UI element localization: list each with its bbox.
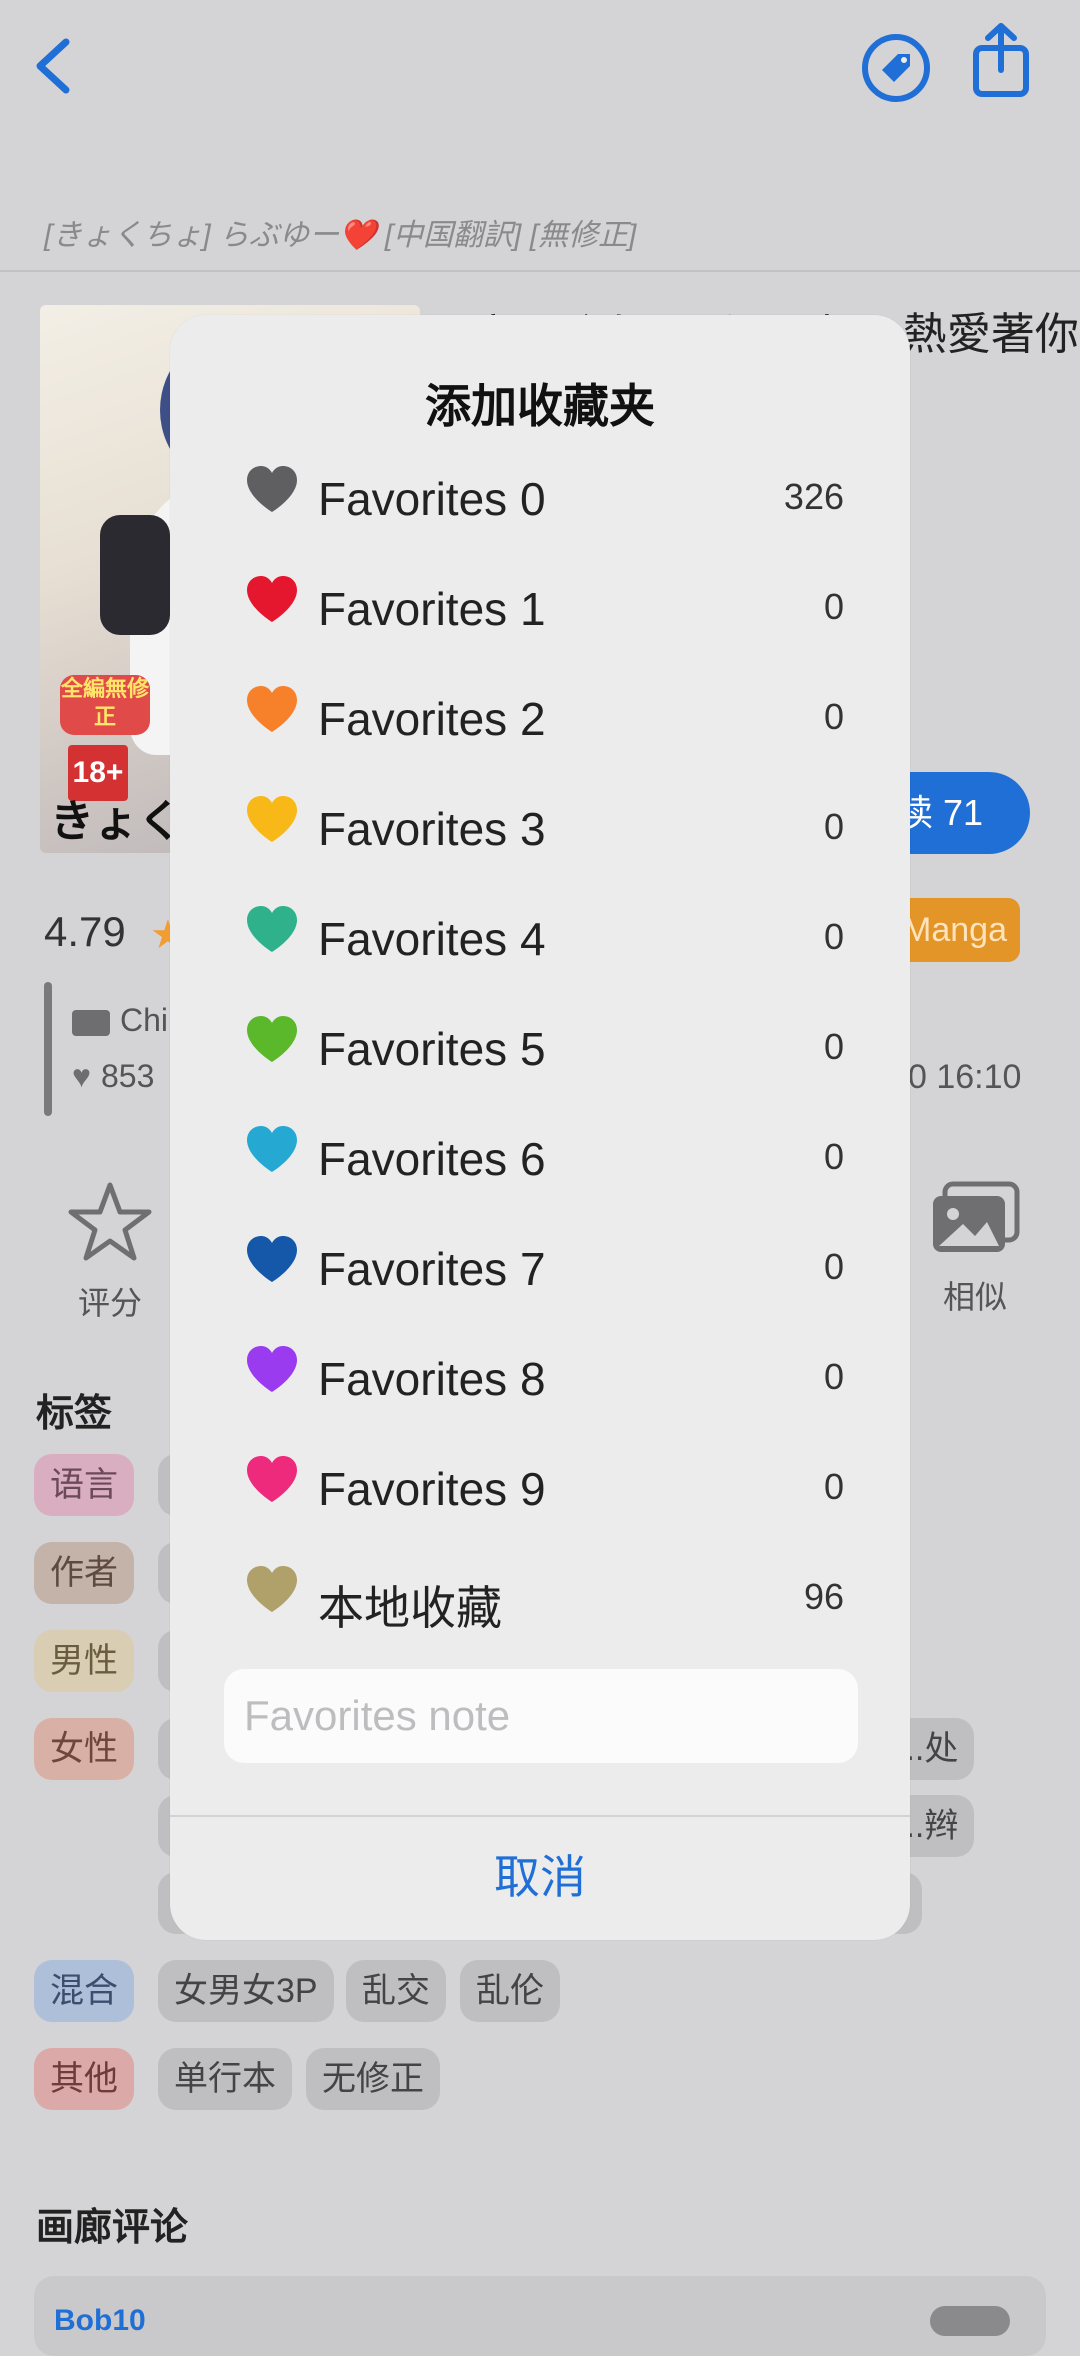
heart-icon: ♥ <box>72 1058 91 1094</box>
favorites-folder-count: 0 <box>823 1026 844 1067</box>
gallery-subtitle: [きょくちょ] らぶゆー❤️ [中国翻訳] [無修正] <box>44 219 637 252</box>
add-favorites-dialog: 添加收藏夹 Favorites 0 326 Favorites 1 0 Favorite… <box>170 315 910 1940</box>
similar-label: 相似 <box>942 1279 1007 1315</box>
posted-time: 0 16:10 <box>908 1058 1022 1096</box>
heart-icon <box>247 796 297 842</box>
tag-namespace: 语言 <box>34 1454 134 1516</box>
heart-icon <box>247 1126 297 1172</box>
favorites-folder-count: 0 <box>823 1466 844 1507</box>
comments-heading: 画廊评论 <box>36 2207 189 2249</box>
heart-icon <box>247 1566 297 1612</box>
dialog-title: 添加收藏夹 <box>425 380 655 432</box>
favorites-folder-item[interactable]: Favorites 9 0 <box>170 1440 910 1550</box>
favorites-folder-name: Favorites 7 <box>318 1243 546 1295</box>
heart-icon <box>247 1346 297 1392</box>
language-icon <box>72 1009 110 1036</box>
favorites-folder-count: 0 <box>823 586 844 627</box>
favorites-folder-item[interactable]: Favorites 5 0 <box>170 1000 910 1110</box>
favorites-folder-name: Favorites 1 <box>318 583 546 635</box>
tag-namespace: 女性 <box>34 1718 134 1780</box>
cover-art-apron <box>100 515 170 635</box>
dialog-separator <box>170 1815 910 1817</box>
comment-score-badge <box>930 2306 1010 2336</box>
favorites-folder-count: 0 <box>823 916 844 957</box>
favorites-folder-name: 本地收藏 <box>318 1582 502 1634</box>
favorites-folder-name: Favorites 8 <box>318 1353 546 1405</box>
language-row: Chi <box>72 1002 168 1039</box>
star-outline-icon <box>68 1182 152 1261</box>
favorites-folder-item[interactable]: Favorites 1 0 <box>170 560 910 670</box>
share-icon[interactable] <box>970 22 1032 98</box>
tag-chip[interactable]: 单行本 <box>158 2048 292 2110</box>
tag-namespace: 混合 <box>34 1960 134 2022</box>
heart-icon <box>247 576 297 622</box>
rating-value: 4.79 <box>44 908 126 955</box>
similar-action[interactable]: 相似 <box>920 1180 1030 1318</box>
info-side-bar <box>44 982 52 1116</box>
divider <box>0 270 1080 272</box>
tag-icon[interactable] <box>860 32 932 104</box>
tags-heading: 标签 <box>36 1393 113 1435</box>
tag-chip[interactable]: 乱伦 <box>460 1960 560 2022</box>
tag-chip[interactable]: 无修正 <box>306 2048 440 2110</box>
favorites-folder-item[interactable]: Favorites 2 0 <box>170 670 910 780</box>
tag-namespace: 男性 <box>34 1630 134 1692</box>
comment-card[interactable] <box>34 2276 1046 2356</box>
heart-icon <box>247 1236 297 1282</box>
favorites-folder-name: Favorites 6 <box>318 1133 546 1185</box>
heart-icon <box>247 1016 297 1062</box>
favorites-folder-count: 96 <box>803 1576 844 1617</box>
favorites-row: ♥ 853 <box>72 1058 154 1095</box>
favorites-folder-item[interactable]: Favorites 0 326 <box>170 450 910 560</box>
favorites-folder-count: 0 <box>823 1356 844 1397</box>
favorites-folder-count: 0 <box>823 696 844 737</box>
favorites-folder-item[interactable]: Favorites 6 0 <box>170 1110 910 1220</box>
favorites-folder-count: 326 <box>783 476 844 517</box>
cover-sticker: 全編無修正 <box>60 675 150 735</box>
heart-icon <box>247 1456 297 1502</box>
favorites-folder-name: Favorites 0 <box>318 473 546 525</box>
language-value: Chi <box>120 1002 169 1038</box>
favorites-folder-name: Favorites 3 <box>318 803 546 855</box>
cover-author-text: きょく <box>50 797 182 846</box>
favorites-folder-name: Favorites 4 <box>318 913 546 965</box>
favorites-folder-count: 0 <box>823 1136 844 1177</box>
favorites-folder-count: 0 <box>823 1246 844 1287</box>
favorites-folder-name: Favorites 9 <box>318 1463 546 1515</box>
favorites-folder-name: Favorites 2 <box>318 693 546 745</box>
tag-namespace: 其他 <box>34 2048 134 2110</box>
tag-chip[interactable]: 女男女3P <box>158 1960 334 2022</box>
rate-label: 评分 <box>77 1285 142 1321</box>
favorites-folder-item[interactable]: Favorites 4 0 <box>170 890 910 1000</box>
cancel-button[interactable]: 取消 <box>170 1820 910 1935</box>
gallery-images-icon <box>933 1181 1020 1252</box>
favorites-folder-item[interactable]: Favorites 3 0 <box>170 780 910 890</box>
heart-icon <box>247 466 297 512</box>
favorites-folder-item[interactable]: 本地收藏 96 <box>170 1550 910 1660</box>
rate-action[interactable]: 评分 <box>60 1180 160 1324</box>
favorites-folder-item[interactable]: Favorites 7 0 <box>170 1220 910 1330</box>
heart-icon <box>247 906 297 952</box>
favorites-folder-name: Favorites 5 <box>318 1023 546 1075</box>
favorites-count: 853 <box>101 1058 155 1094</box>
comment-username[interactable]: Bob10 <box>54 2304 146 2338</box>
favorites-folder-count: 0 <box>823 806 844 847</box>
heart-icon <box>247 686 297 732</box>
favorites-note-input[interactable] <box>224 1669 858 1763</box>
tag-chip[interactable]: 乱交 <box>346 1960 446 2022</box>
tag-namespace: 作者 <box>34 1542 134 1604</box>
top-nav-bar <box>0 0 1080 140</box>
back-chevron-icon[interactable] <box>30 36 76 96</box>
favorites-folder-item[interactable]: Favorites 8 0 <box>170 1330 910 1440</box>
